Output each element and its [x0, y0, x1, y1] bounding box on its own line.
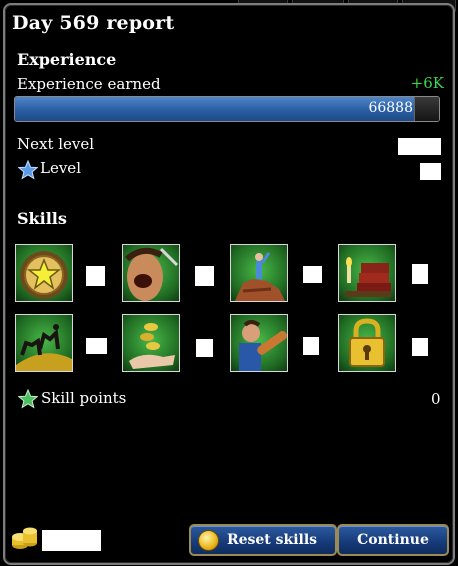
level-label: Level	[40, 159, 81, 177]
shouting-face-icon	[125, 247, 179, 301]
gold-coins-icon	[12, 527, 37, 549]
reset-skills-button[interactable]: Reset skills	[189, 524, 337, 556]
star-medal-icon	[20, 251, 68, 299]
experience-section-title: Experience	[17, 50, 117, 69]
next-level-label: Next level	[17, 135, 95, 153]
reset-skills-label: Reset skills	[226, 532, 318, 548]
level-value	[420, 163, 441, 180]
continue-button[interactable]: Continue	[337, 524, 449, 556]
skill-level-box	[195, 266, 214, 286]
golden-padlock-icon	[349, 318, 385, 367]
skill-level-box	[303, 337, 319, 355]
skill-explorer-on-rock[interactable]	[230, 244, 288, 302]
level-star-icon	[18, 160, 38, 180]
skill-coins-in-hand[interactable]	[122, 314, 180, 372]
skill-level-box	[412, 264, 428, 284]
worker-carrying-log-icon	[239, 320, 287, 371]
skill-shouting-face[interactable]	[122, 244, 180, 302]
skill-level-box	[86, 266, 105, 286]
skill-level-box	[196, 339, 213, 357]
experience-progress-bar: 66888	[14, 96, 440, 122]
explorer-on-rock-icon	[235, 252, 285, 301]
skill-level-box	[86, 338, 107, 354]
coins-in-hand-icon	[129, 323, 175, 369]
next-level-value	[398, 138, 441, 155]
skill-level-box	[412, 338, 428, 356]
skill-points-star-icon	[18, 389, 38, 409]
coin-icon	[198, 530, 219, 551]
books-candle-icon	[345, 257, 391, 297]
experience-earned-label: Experience earned	[17, 75, 161, 93]
experience-bar-cap	[414, 97, 439, 121]
skill-star-medal[interactable]	[15, 244, 73, 302]
skill-camel-caravan[interactable]	[15, 314, 73, 372]
camel-caravan-icon	[16, 324, 72, 371]
skill-points-label: Skill points	[41, 389, 127, 407]
skills-section-title: Skills	[17, 209, 67, 228]
skill-worker-carrying-log[interactable]	[230, 314, 288, 372]
skill-golden-padlock[interactable]	[338, 314, 396, 372]
skill-level-box	[303, 266, 322, 283]
page-title: Day 569 report	[12, 12, 175, 34]
continue-label: Continue	[357, 532, 429, 548]
skill-points-value: 0	[431, 390, 441, 408]
experience-progress-value: 66888	[368, 100, 413, 116]
gold-amount-value	[42, 530, 101, 551]
experience-gain-value: +6K	[410, 74, 444, 92]
skill-books-candle[interactable]	[338, 244, 396, 302]
